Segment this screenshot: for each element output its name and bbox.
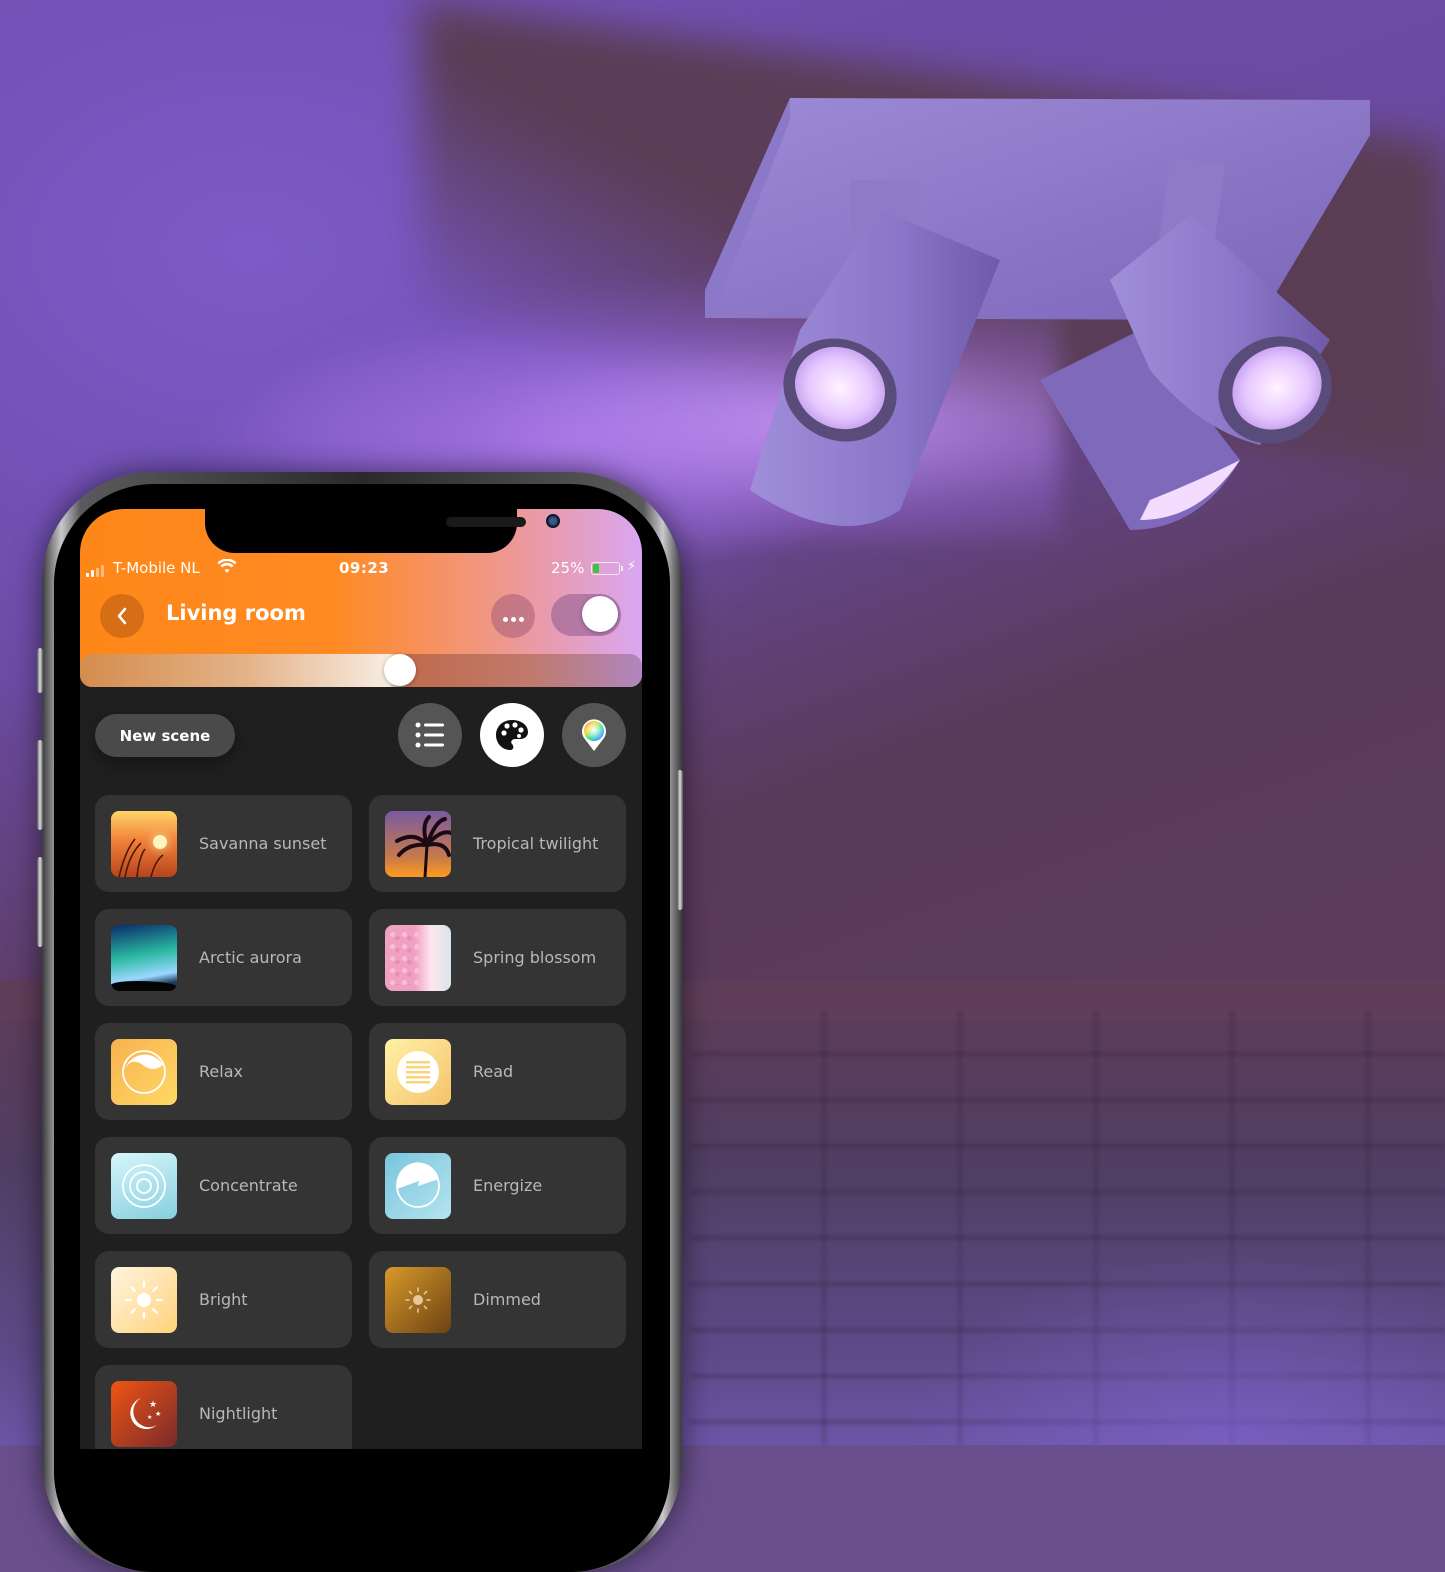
scene-card[interactable]: Read <box>369 1023 626 1120</box>
front-camera <box>546 514 560 528</box>
svg-text:★: ★ <box>149 1400 157 1410</box>
scene-label: Read <box>473 1062 514 1081</box>
scene-card[interactable]: Arctic aurora <box>95 909 352 1006</box>
charging-icon: ⚡ <box>627 559 637 574</box>
mute-switch <box>37 648 43 693</box>
more-options-button[interactable] <box>491 594 535 638</box>
signal-bar <box>86 572 89 577</box>
signal-bar <box>96 567 99 577</box>
savanna-sunset-thumbnail <box>111 811 177 877</box>
scene-card[interactable]: Dimmed <box>369 1251 626 1348</box>
battery-level <box>593 564 599 573</box>
color-picker-view-button[interactable] <box>562 703 626 767</box>
svg-text:★: ★ <box>147 1414 152 1421</box>
scene-label: Tropical twilight <box>473 834 599 853</box>
bright-icon <box>111 1267 177 1333</box>
scenes-view-button[interactable] <box>480 703 544 767</box>
scene-card[interactable]: Tropical twilight <box>369 795 626 892</box>
chevron-left-icon <box>117 607 127 625</box>
list-view-button[interactable] <box>398 703 462 767</box>
clock: 09:23 <box>339 559 390 577</box>
new-scene-button[interactable]: New scene <box>95 714 235 757</box>
battery-nub <box>621 566 623 571</box>
scene-label: Nightlight <box>199 1404 278 1423</box>
nightlight-icon: ★ ★ ★ <box>111 1381 177 1447</box>
scene-card[interactable]: ★ ★ ★ Nightlight <box>95 1365 352 1449</box>
spring-blossom-thumbnail <box>385 925 451 991</box>
room-title: Living room <box>166 601 306 625</box>
list-icon <box>415 722 444 748</box>
concentrate-icon <box>111 1153 177 1219</box>
scene-label: Arctic aurora <box>199 948 302 967</box>
scene-card[interactable]: Relax <box>95 1023 352 1120</box>
scene-label: Relax <box>199 1062 243 1081</box>
scene-card[interactable]: Bright <box>95 1251 352 1348</box>
scene-card[interactable]: Energize <box>369 1137 626 1234</box>
battery-icon <box>591 562 623 575</box>
relax-icon <box>111 1039 177 1105</box>
brightness-track <box>80 654 642 687</box>
tropical-twilight-thumbnail <box>385 811 451 877</box>
scene-label: Concentrate <box>199 1176 298 1195</box>
arctic-aurora-thumbnail <box>111 925 177 991</box>
scene-card[interactable]: Concentrate <box>95 1137 352 1234</box>
scene-label: Bright <box>199 1290 248 1309</box>
earpiece-speaker <box>446 517 526 527</box>
signal-bar <box>101 565 104 577</box>
brick-glow <box>900 1250 1445 1445</box>
back-button[interactable] <box>100 594 144 638</box>
volume-down-button <box>37 857 43 947</box>
room-power-toggle[interactable] <box>551 594 621 636</box>
phone-screen: T-Mobile NL 09:23 25% ⚡ Living room New … <box>80 509 642 1449</box>
notch <box>205 509 560 553</box>
read-icon <box>385 1039 451 1105</box>
scene-label: Savanna sunset <box>199 834 327 853</box>
svg-text:★: ★ <box>155 1410 161 1418</box>
volume-up-button <box>37 740 43 830</box>
signal-strength-icon <box>86 565 104 577</box>
scene-card[interactable]: Savanna sunset <box>95 795 352 892</box>
scene-label: Energize <box>473 1176 543 1195</box>
more-horizontal-icon <box>501 607 525 626</box>
carrier-name: T-Mobile NL <box>113 559 200 577</box>
dimmed-icon <box>385 1267 451 1333</box>
scene-label: Dimmed <box>473 1290 541 1309</box>
scene-label: Spring blossom <box>473 948 597 967</box>
energize-icon <box>385 1153 451 1219</box>
scene-card[interactable]: Spring blossom <box>369 909 626 1006</box>
brightness-slider[interactable] <box>80 654 642 687</box>
toggle-knob <box>582 596 618 632</box>
battery-percentage: 25% <box>551 559 585 577</box>
status-bar: T-Mobile NL 09:23 25% ⚡ <box>86 558 637 581</box>
color-pin-icon <box>582 719 606 751</box>
power-button <box>677 770 683 910</box>
signal-bar <box>91 570 94 577</box>
wifi-icon <box>217 558 237 579</box>
palette-icon <box>496 720 528 750</box>
